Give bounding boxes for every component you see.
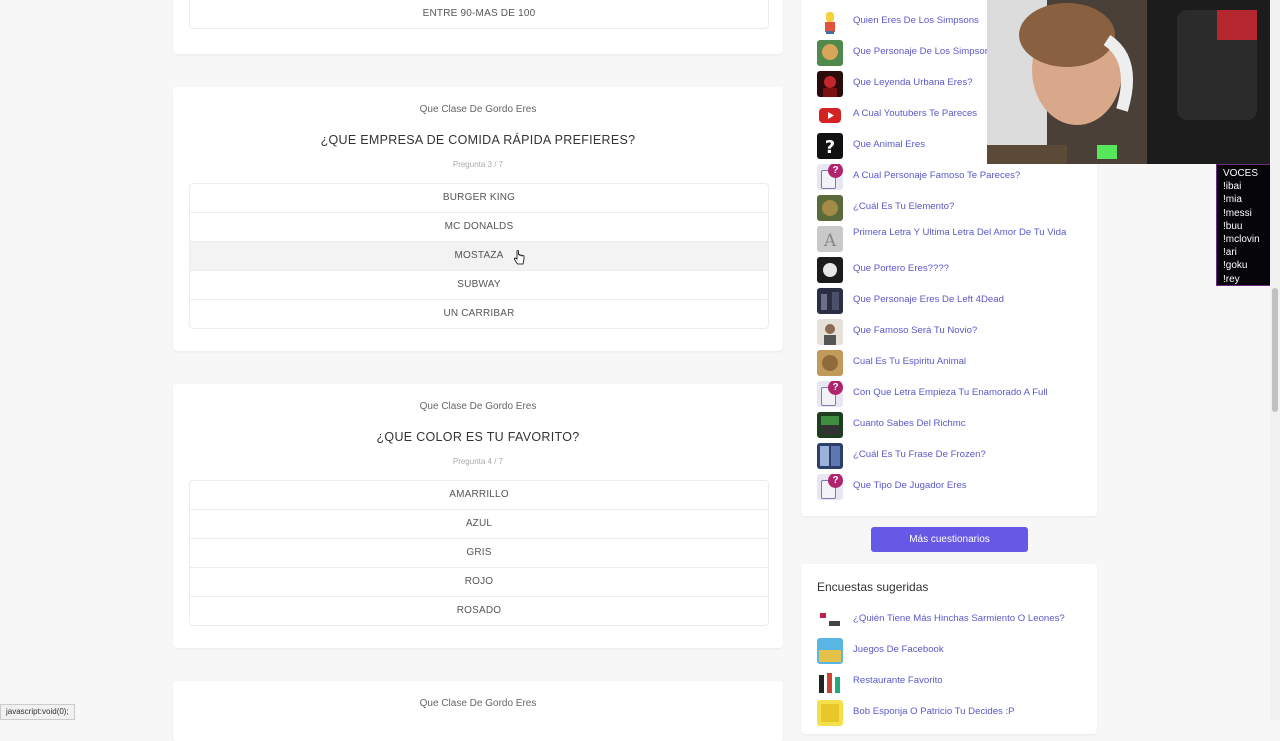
poll-thumbnail-icon (817, 638, 843, 664)
answer-list: AMARRILLO AZUL GRIS ROJO ROSADO (189, 480, 769, 626)
sidebar-quiz-label: ¿Cuál Es Tu Frase De Frozen? (853, 449, 986, 460)
sidebar-quiz-label: ¿Cuál Es Tu Elemento? (853, 201, 955, 212)
answer-option[interactable]: AZUL (190, 509, 768, 538)
poll-thumbnail-icon (817, 607, 843, 633)
poll-label: Juegos De Facebook (853, 644, 944, 655)
frozen-thumbnail-icon (817, 443, 843, 469)
more-quizzes-button[interactable]: Más cuestionarios (871, 527, 1028, 552)
sidebar-quiz-label: Que Personaje Eres De Left 4Dead (853, 294, 1004, 305)
answer-option[interactable]: AMARRILLO (190, 481, 768, 509)
answer-option[interactable]: ROJO (190, 567, 768, 596)
sidebar-quiz-item[interactable]: Cuanto Sabes Del Richmc (817, 411, 1087, 439)
suggested-polls-panel: Encuestas sugeridas ¿Quién Tiene Más Hin… (801, 564, 1097, 734)
quiz-placeholder-icon (817, 381, 843, 407)
sidebar-quiz-label: Cual Es Tu Espiritu Animal (853, 356, 967, 367)
famous-boyfriend-thumbnail-icon (817, 319, 843, 345)
poll-thumbnail-icon (817, 669, 843, 695)
voces-line: !rey (1223, 273, 1240, 285)
poll-item[interactable]: ¿Quién Tiene Más Hinchas Sarmiento O Leo… (817, 606, 1087, 634)
minecraft-thumbnail-icon (817, 412, 843, 438)
voces-line: !messi (1223, 207, 1252, 219)
webcam-overlay (987, 0, 1280, 164)
poll-item[interactable]: Restaurante Favorito (817, 668, 1087, 696)
sidebar-quiz-label: Cuanto Sabes Del Richmc (853, 418, 966, 429)
quiz-placeholder-icon (817, 164, 843, 190)
simpsons-thumbnail-icon (817, 9, 843, 35)
letter-a-thumbnail-icon: A (817, 226, 843, 252)
voces-line: !ari (1223, 247, 1237, 259)
question-mark-thumbnail-icon: ? (817, 133, 843, 159)
urban-legend-thumbnail-icon (817, 71, 843, 97)
quiz-title: Que Clase De Gordo Eres (419, 104, 537, 115)
question-text: ¿QUE EMPRESA DE COMIDA RÁPIDA PREFIERES? (320, 133, 636, 147)
question-progress: Pregunta 3 / 7 (452, 160, 504, 169)
quiz-card-question-3: Que Clase De Gordo Eres ¿QUE EMPRESA DE … (173, 87, 783, 351)
scrollbar-thumb[interactable] (1272, 288, 1278, 412)
answer-option[interactable]: BURGER KING (190, 184, 768, 212)
voces-line: VOCES (1223, 168, 1259, 179)
status-bar-url: javascript:void(0); (0, 704, 75, 720)
sidebar-quiz-item[interactable]: A Primera Letra Y Ultima Letra Del Amor … (817, 225, 1087, 253)
sidebar-quiz-item[interactable]: Que Personaje Eres De Left 4Dead (817, 287, 1087, 315)
quiz-placeholder-icon (817, 474, 843, 500)
suggested-polls-title: Encuestas sugeridas (817, 580, 929, 594)
quiz-title: Que Clase De Gordo Eres (419, 698, 537, 709)
hand-cursor-icon (513, 250, 525, 265)
simpsons-thumbnail-icon (817, 40, 843, 66)
answer-list: BURGER KING MC DONALDS MOSTAZA SUBWAY UN… (189, 183, 769, 329)
quiz-card-question-4: Que Clase De Gordo Eres ¿QUE COLOR ES TU… (173, 384, 783, 648)
youtube-thumbnail-icon (817, 102, 843, 128)
sidebar-quiz-item[interactable]: A Cual Personaje Famoso Te Pareces? (817, 163, 1087, 191)
sidebar-quiz-item[interactable]: ¿Cuál Es Tu Elemento? (817, 194, 1087, 222)
sidebar-quiz-item[interactable]: Cual Es Tu Espiritu Animal (817, 349, 1087, 377)
sidebar-quiz-item[interactable]: Con Que Letra Empieza Tu Enamorado A Ful… (817, 380, 1087, 408)
voces-line: !buu (1223, 220, 1243, 232)
poll-item[interactable]: Juegos De Facebook (817, 637, 1087, 665)
voces-line: !mia (1223, 194, 1242, 206)
question-progress: Pregunta 4 / 7 (452, 457, 504, 466)
answer-list: ENTRE 90-MAS DE 100 (189, 0, 769, 29)
page-scrollbar[interactable] (1270, 0, 1280, 720)
svg-text:A: A (823, 231, 837, 251)
sidebar-quiz-label: Con Que Letra Empieza Tu Enamorado A Ful… (853, 387, 1048, 398)
voces-overlay: VOCES !ibai !mia !messi !buu !mclovin !a… (1216, 164, 1278, 286)
sidebar-quiz-item[interactable]: Que Tipo De Jugador Eres (817, 473, 1087, 501)
answer-option[interactable]: ROSADO (190, 596, 768, 625)
voces-line: !ibai (1223, 181, 1242, 193)
sidebar-quiz-label: Que Portero Eres???? (853, 263, 949, 274)
element-thumbnail-icon (817, 195, 843, 221)
answer-option[interactable]: ENTRE 90-MAS DE 100 (190, 0, 768, 28)
spirit-animal-thumbnail-icon (817, 350, 843, 376)
quiz-title: Que Clase De Gordo Eres (419, 401, 537, 412)
answer-option[interactable]: MOSTAZA (190, 241, 768, 270)
poll-label: ¿Quién Tiene Más Hinchas Sarmiento O Leo… (853, 613, 1065, 624)
sidebar-quiz-item[interactable]: Que Portero Eres???? (817, 256, 1087, 284)
sidebar-quiz-label: Primera Letra Y Ultima Letra Del Amor De… (853, 227, 1067, 238)
sidebar-quiz-item[interactable]: Que Famoso Será Tu Novio? (817, 318, 1087, 346)
answer-option[interactable]: UN CARRIBAR (190, 299, 768, 328)
answer-option[interactable]: MC DONALDS (190, 212, 768, 241)
poll-thumbnail-icon (817, 700, 843, 726)
sidebar-quiz-label: Que Tipo De Jugador Eres (853, 480, 967, 491)
quiz-card-question-5: Que Clase De Gordo Eres (173, 681, 783, 741)
left4dead-thumbnail-icon (817, 288, 843, 314)
sidebar-quiz-label: A Cual Personaje Famoso Te Pareces? (853, 170, 1021, 181)
question-text: ¿QUE COLOR ES TU FAVORITO? (376, 430, 580, 444)
poll-label: Restaurante Favorito (853, 675, 943, 686)
sidebar-quiz-item[interactable]: ¿Cuál Es Tu Frase De Frozen? (817, 442, 1087, 470)
answer-option[interactable]: SUBWAY (190, 270, 768, 299)
answer-option[interactable]: GRIS (190, 538, 768, 567)
goalkeeper-thumbnail-icon (817, 257, 843, 283)
svg-text:?: ? (825, 137, 835, 158)
voces-line: !mclovin (1223, 234, 1260, 246)
quiz-card-previous: ENTRE 90-MAS DE 100 (173, 0, 783, 54)
sidebar-quiz-label: Que Famoso Será Tu Novio? (853, 325, 978, 336)
poll-label: Bob Esponja O Patricio Tu Decides :P (853, 706, 1015, 717)
voces-line: !goku (1223, 260, 1248, 272)
poll-item[interactable]: Bob Esponja O Patricio Tu Decides :P (817, 699, 1087, 727)
